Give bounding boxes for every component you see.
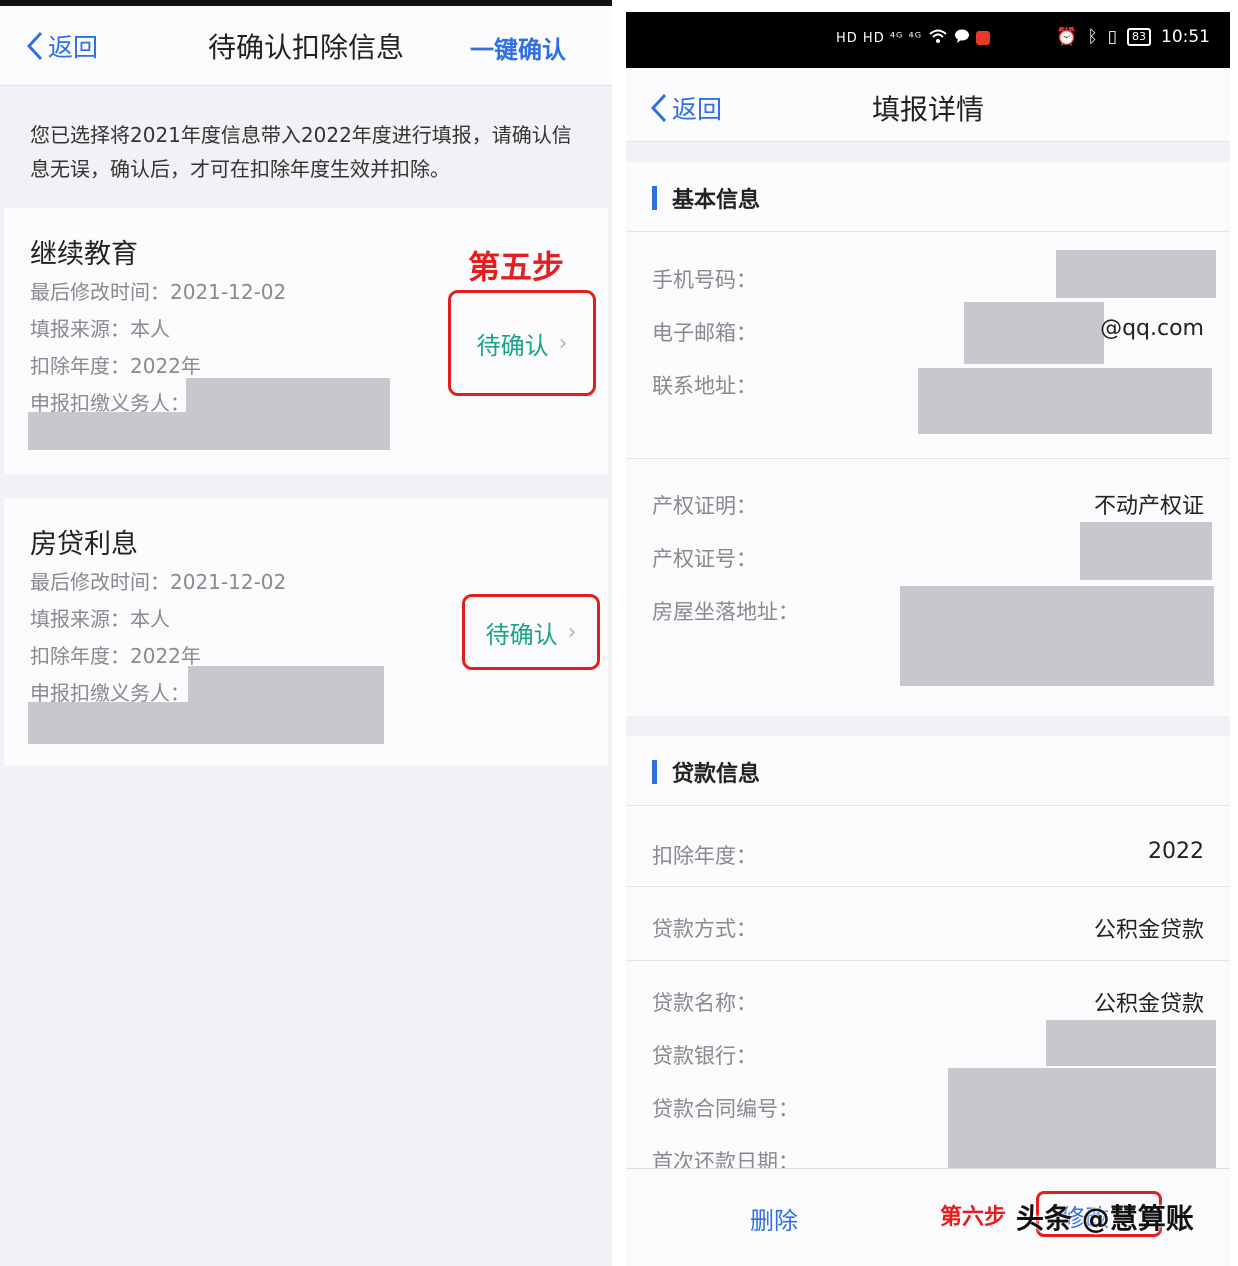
signal-icon: HD HD ⁴ᴳ ⁴ᴳ [836, 30, 923, 46]
step-six-annotation: 第六步 [940, 1205, 1007, 1230]
pending-confirm-label: 待确认 [485, 620, 558, 649]
notification-icon [976, 31, 991, 45]
deduction-year-label: 扣除年度： [652, 844, 757, 868]
loan-bank-label: 贷款银行： [652, 1044, 757, 1068]
deduction-card-mortgage: 房贷利息 最后修改时间：2021-12-02 填报来源：本人 扣除年度：2022… [4, 498, 608, 766]
loan-contract-label: 贷款合同编号： [652, 1097, 799, 1121]
section-title: 基本信息 [672, 188, 761, 213]
watermark: 头条 @慧算账 [1016, 1202, 1194, 1235]
step-five-annotation: 第五步 [468, 248, 565, 286]
card-modified-time: 最后修改时间：2021-12-02 [30, 570, 287, 594]
pending-confirm-button[interactable]: 待确认 › [448, 290, 596, 396]
alarm-icon: ⏰ [1056, 27, 1078, 47]
section-accent [652, 186, 657, 210]
chat-icon [954, 29, 970, 47]
left-screen: 返回 待确认扣除信息 一键确认 您已选择将2021年度信息带入2022年度进行填… [0, 0, 612, 1266]
deduction-card-education: 继续教育 最后修改时间：2021-12-02 填报来源：本人 扣除年度：2022… [4, 208, 608, 474]
section-accent [652, 760, 657, 784]
basic-info-section: 基本信息 手机号码： 电子邮箱： @qq.com 联系地址： 产权证明： 不动产… [626, 162, 1230, 716]
pending-confirm-label: 待确认 [476, 331, 549, 360]
bottom-action-bar: 删除 第六步 修改 头条 @慧算账 [626, 1168, 1230, 1266]
redacted-block [186, 378, 390, 414]
loan-name-value: 公积金贷款 [1093, 992, 1204, 1017]
house-address-label: 房屋坐落地址： [652, 600, 799, 624]
pending-confirm-button[interactable]: 待确认 › [462, 594, 600, 670]
redacted-block [188, 666, 384, 704]
redacted-block [900, 586, 1214, 686]
redacted-block [1056, 250, 1216, 298]
nav-bar: 返回 待确认扣除信息 一键确认 [0, 6, 612, 86]
email-label: 电子邮箱： [652, 321, 757, 345]
card-year: 扣除年度：2022年 [30, 644, 201, 668]
nav-bar: 返回 填报详情 [626, 68, 1230, 142]
card-year: 扣除年度：2022年 [30, 354, 201, 378]
redacted-block [1080, 522, 1212, 580]
vibrate-icon: ▯ [1107, 27, 1117, 47]
card-source: 填报来源：本人 [30, 607, 170, 631]
redacted-block [28, 412, 390, 450]
loan-method-label: 贷款方式： [652, 917, 757, 941]
loan-name-label: 贷款名称： [652, 991, 757, 1015]
redacted-block [964, 302, 1104, 364]
delete-button[interactable]: 删除 [750, 1201, 798, 1236]
chevron-right-icon: › [567, 619, 577, 645]
redacted-block [948, 1068, 1216, 1168]
notice-text: 您已选择将2021年度信息带入2022年度进行填报，请确认信息无误，确认后，才可… [30, 123, 572, 181]
divider [626, 960, 1230, 961]
wifi-icon [928, 28, 948, 48]
cert-label: 产权证明： [652, 494, 757, 518]
bluetooth-icon: ᛒ [1087, 27, 1098, 47]
chevron-right-icon: › [558, 330, 568, 356]
section-header: 基本信息 [626, 162, 1230, 232]
deduction-year-value: 2022 [1148, 839, 1204, 864]
email-value: @qq.com [1100, 316, 1204, 341]
clock-time: 10:51 [1161, 27, 1210, 47]
right-screen: HD HD ⁴ᴳ ⁴ᴳ ⏰ ᛒ ▯ 83 10:51 返回 填报详情 基本信息 [626, 12, 1230, 1266]
loan-info-section: 贷款信息 扣除年度： 2022 贷款方式： 公积金贷款 贷款名称： 公积金贷款 … [626, 736, 1230, 1174]
status-bar: HD HD ⁴ᴳ ⁴ᴳ ⏰ ᛒ ▯ 83 10:51 [626, 12, 1230, 68]
page-title: 填报详情 [871, 93, 984, 126]
divider [626, 886, 1230, 887]
card-modified-time: 最后修改时间：2021-12-02 [30, 280, 287, 304]
system-icons: ⏰ ᛒ ▯ 83 10:51 [1056, 27, 1210, 47]
cert-value: 不动产权证 [1093, 494, 1204, 519]
loan-method-value: 公积金贷款 [1093, 918, 1204, 943]
redacted-block [28, 702, 384, 744]
card-title: 房贷利息 [30, 529, 138, 560]
network-icons: HD HD ⁴ᴳ ⁴ᴳ [836, 28, 991, 48]
battery-icon: 83 [1127, 28, 1151, 46]
card-title: 继续教育 [30, 239, 138, 270]
redacted-block [918, 368, 1212, 434]
section-header: 贷款信息 [626, 736, 1230, 806]
card-source: 填报来源：本人 [30, 317, 170, 341]
divider [626, 458, 1230, 459]
phone-label: 手机号码： [652, 268, 757, 292]
section-title: 贷款信息 [672, 762, 761, 787]
address-label: 联系地址： [652, 374, 757, 398]
confirm-all-button[interactable]: 一键确认 [470, 30, 566, 65]
redacted-block [1046, 1020, 1216, 1066]
cert-no-label: 产权证号： [652, 547, 757, 571]
